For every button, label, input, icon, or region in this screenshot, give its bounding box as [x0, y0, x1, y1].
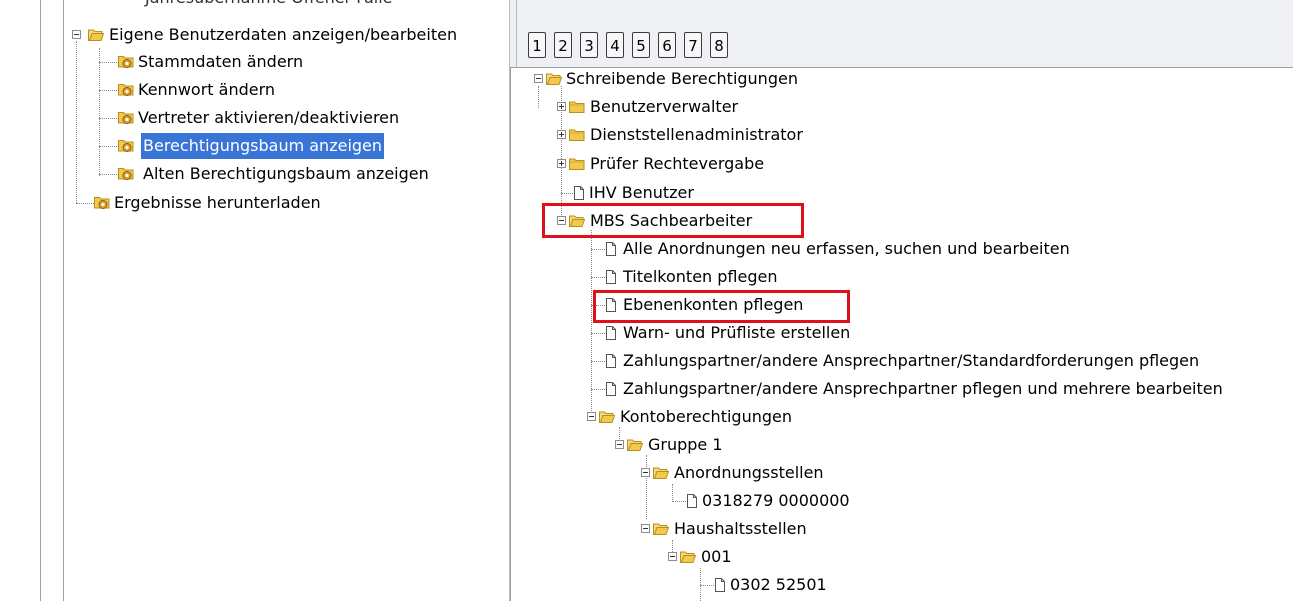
tree-line: [646, 455, 647, 519]
tab-5[interactable]: 5: [632, 32, 650, 58]
left-border-line: [40, 0, 41, 601]
tree-line: [538, 86, 539, 108]
document-icon: [603, 270, 619, 284]
folder-closed-icon: [569, 100, 585, 114]
folder-closed-icon: [569, 128, 585, 142]
collapse-toggle[interactable]: [587, 412, 596, 421]
tab-7[interactable]: 7: [684, 32, 702, 58]
tree-line: [672, 484, 673, 500]
gear-folder-icon: [118, 167, 134, 181]
folder-closed-icon: [569, 157, 585, 171]
tree-line: [591, 230, 592, 415]
gear-folder-icon: [118, 139, 134, 153]
gear-folder-icon: [94, 196, 110, 210]
collapse-toggle[interactable]: [72, 30, 81, 39]
document-icon: [684, 494, 700, 508]
tree-line: [99, 90, 117, 91]
folder-open-icon: [680, 550, 696, 564]
folder-open-icon: [88, 28, 104, 42]
gear-folder-icon: [118, 83, 134, 97]
collapse-toggle[interactable]: [615, 440, 624, 449]
collapse-toggle[interactable]: [534, 74, 543, 83]
folder-open-icon: [627, 438, 643, 452]
collapse-toggle[interactable]: [641, 468, 650, 477]
folder-open-icon: [546, 72, 562, 86]
tree-line: [99, 62, 117, 63]
tree-line: [99, 146, 117, 147]
highlight-box: [542, 203, 804, 238]
tree-line: [76, 41, 77, 203]
document-icon: [712, 578, 728, 592]
collapse-toggle[interactable]: [641, 524, 650, 533]
gear-folder-icon: [118, 111, 134, 125]
highlight-box: [593, 290, 850, 323]
expand-toggle[interactable]: [557, 159, 566, 168]
tree-line: [99, 48, 100, 176]
document-icon: [603, 326, 619, 340]
tree-line: [76, 203, 94, 204]
expand-toggle[interactable]: [557, 102, 566, 111]
application-window: Jahresübernahme Offener Fälle Eigene Ben…: [0, 0, 1293, 601]
document-icon: [603, 242, 619, 256]
tab-4[interactable]: 4: [606, 32, 624, 58]
tab-1[interactable]: 1: [528, 32, 546, 58]
collapse-toggle[interactable]: [668, 552, 677, 561]
expand-toggle[interactable]: [557, 130, 566, 139]
tab-2[interactable]: 2: [554, 32, 572, 58]
tree-line: [99, 174, 117, 175]
folder-open-icon: [599, 410, 615, 424]
document-icon: [571, 186, 587, 200]
tab-3[interactable]: 3: [580, 32, 598, 58]
folder-open-icon: [653, 466, 669, 480]
folder-open-icon: [653, 522, 669, 536]
gear-folder-icon: [118, 55, 134, 69]
document-icon: [603, 354, 619, 368]
tree-line: [99, 118, 117, 119]
tab-8[interactable]: 8: [710, 32, 728, 58]
document-icon: [603, 382, 619, 396]
tab-6[interactable]: 6: [658, 32, 676, 58]
